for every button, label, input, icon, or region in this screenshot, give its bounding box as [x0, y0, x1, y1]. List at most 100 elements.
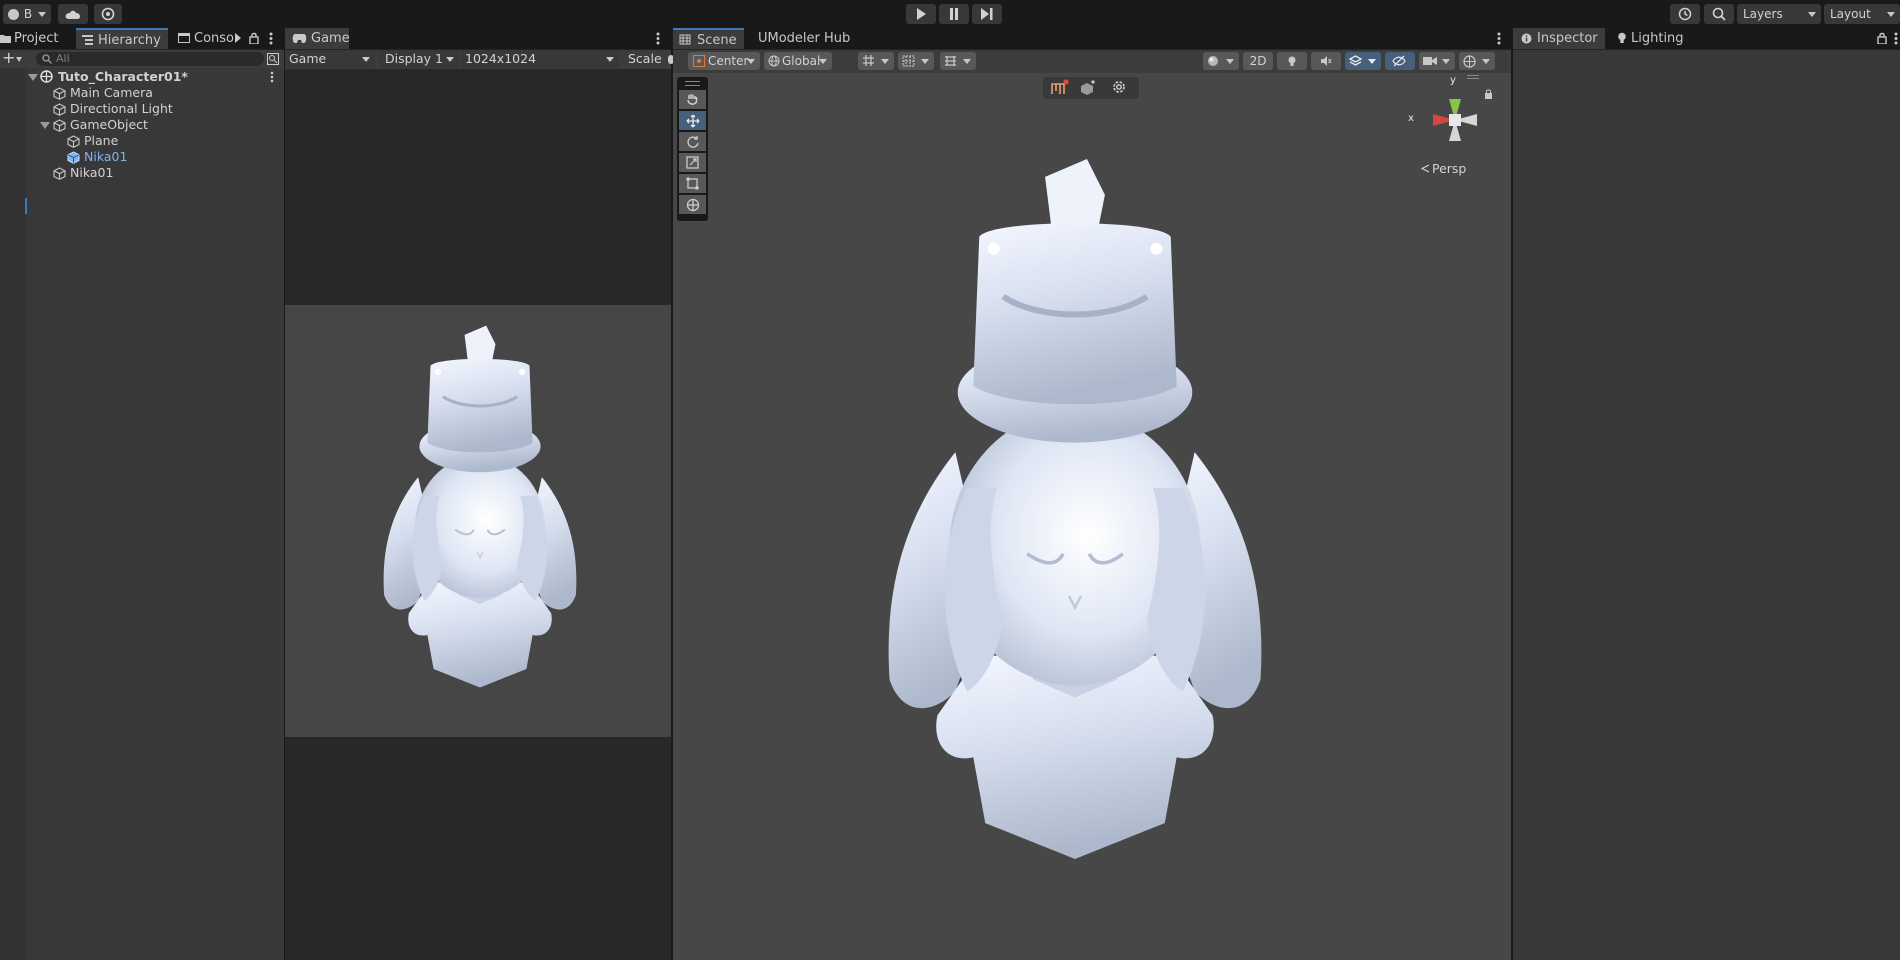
search-filter-icon[interactable]: [267, 53, 279, 65]
umodeler-overlay: [1043, 77, 1139, 99]
camera-settings-dropdown[interactable]: [1419, 52, 1455, 70]
main-toolbar: B Layers Layout: [0, 0, 1900, 28]
scene-name: Tuto_Character01*: [58, 69, 188, 84]
drag-handle-icon[interactable]: [685, 81, 700, 86]
layout-label: Layout: [1830, 7, 1871, 21]
chevron-down-icon[interactable]: [40, 122, 50, 129]
step-button[interactable]: [972, 4, 1002, 24]
chevron-down-icon: [1226, 59, 1234, 64]
rotate-tool[interactable]: [679, 132, 706, 151]
character-model[interactable]: [883, 153, 1267, 859]
lighting-toggle[interactable]: [1277, 52, 1307, 70]
rect-tool[interactable]: [679, 174, 706, 193]
unity-scene-icon: [40, 70, 53, 83]
grid-snap-dropdown[interactable]: [858, 52, 894, 70]
scale-icon: [686, 156, 699, 169]
play-button[interactable]: [906, 4, 936, 24]
shaded-sphere-icon: [1208, 56, 1218, 66]
axis-gizmo-icon: [1433, 99, 1477, 141]
hierarchy-item-label: Main Camera: [70, 85, 153, 100]
pause-button[interactable]: [939, 4, 969, 24]
global-space-dropdown[interactable]: Global: [764, 52, 832, 70]
projection-toggle[interactable]: Persp: [1420, 161, 1480, 177]
more-options-icon[interactable]: [270, 71, 274, 83]
hand-tool[interactable]: [679, 90, 706, 109]
effects-dropdown[interactable]: [1345, 52, 1381, 70]
more-options-icon[interactable]: [1894, 32, 1898, 45]
gizmo-y-label: y: [1450, 75, 1456, 86]
pivot-center-dropdown[interactable]: Center: [688, 52, 760, 70]
account-dropdown[interactable]: B: [3, 4, 51, 24]
hierarchy-item-main-camera[interactable]: Main Camera: [0, 85, 282, 101]
rotate-icon: [686, 135, 699, 148]
search-button[interactable]: [1704, 4, 1734, 24]
lock-icon[interactable]: [249, 32, 259, 44]
scene-row[interactable]: Tuto_Character01*: [0, 69, 282, 85]
drag-handle-icon[interactable]: [1467, 75, 1479, 79]
tab-project[interactable]: Project: [0, 28, 74, 49]
increment-snap-dropdown[interactable]: [898, 52, 934, 70]
lock-icon[interactable]: [1877, 32, 1887, 44]
umodeler-settings-button[interactable]: [1111, 79, 1133, 97]
hierarchy-item-nika01[interactable]: Nika01: [0, 165, 282, 181]
orientation-gizmo[interactable]: y x Persp: [1406, 75, 1502, 185]
left-tabbar: Project Hierarchy Conso: [0, 28, 284, 50]
projection-label: Persp: [1432, 161, 1467, 176]
hierarchy-item-gameobject[interactable]: GameObject: [0, 117, 282, 133]
hierarchy-item-nika01-child[interactable]: Nika01: [0, 149, 282, 165]
gameobject-cube-icon: [53, 87, 66, 100]
hierarchy-search-input[interactable]: All: [36, 52, 264, 66]
step-icon: [981, 8, 993, 20]
layers-dropdown[interactable]: Layers: [1737, 4, 1821, 24]
more-options-icon[interactable]: [656, 32, 660, 45]
tab-hierarchy[interactable]: Hierarchy: [76, 28, 168, 49]
chevron-down-icon: [28, 74, 38, 81]
display-dropdown[interactable]: Display 1: [379, 50, 459, 68]
tab-console[interactable]: Conso: [172, 28, 244, 49]
eye-slash-icon: [1392, 55, 1406, 67]
layers-label: Layers: [1743, 7, 1783, 21]
undo-history-button[interactable]: [1670, 4, 1700, 24]
create-button[interactable]: +: [2, 50, 26, 67]
hidden-objects-toggle[interactable]: [1385, 52, 1415, 70]
mute-speaker-icon: [1321, 56, 1332, 66]
chevron-down-icon: [606, 57, 614, 62]
game-mode-dropdown[interactable]: Game: [285, 50, 375, 68]
tab-scene[interactable]: Scene: [673, 28, 744, 49]
umodeler-mesh-button[interactable]: [1079, 79, 1101, 97]
cloud-button[interactable]: [58, 4, 88, 24]
resolution-dropdown[interactable]: 1024x1024: [461, 50, 619, 68]
tab-umodeler-hub[interactable]: UModeler Hub: [748, 28, 850, 49]
toggle-2d-button[interactable]: 2D: [1243, 52, 1273, 70]
more-options-icon[interactable]: [1497, 32, 1501, 45]
chevron-down-icon: [881, 59, 889, 64]
scene-grid-dropdown[interactable]: [940, 52, 976, 70]
move-tool[interactable]: [679, 111, 706, 130]
transform-tool[interactable]: [679, 195, 706, 214]
tab-game[interactable]: Game: [285, 28, 350, 49]
tab-lighting[interactable]: Lighting: [1609, 28, 1699, 49]
tab-overflow-arrow-icon[interactable]: [235, 33, 241, 43]
hierarchy-item-plane[interactable]: Plane: [0, 133, 282, 149]
hierarchy-item-directional-light[interactable]: Directional Light: [0, 101, 282, 117]
lock-icon[interactable]: [1484, 89, 1493, 99]
game-view-viewport[interactable]: [285, 305, 671, 737]
layout-dropdown[interactable]: Layout: [1824, 4, 1900, 24]
tab-hierarchy-label: Hierarchy: [98, 33, 161, 48]
scale-tool[interactable]: [679, 153, 706, 172]
umodeler-toggle[interactable]: [1048, 79, 1070, 97]
gameobject-cube-icon: [67, 135, 80, 148]
tab-inspector[interactable]: Inspector: [1513, 28, 1605, 49]
audio-toggle[interactable]: [1311, 52, 1341, 70]
account-icon: [7, 8, 19, 20]
gizmos-dropdown[interactable]: [1459, 52, 1495, 70]
collab-button[interactable]: [94, 4, 122, 24]
hierarchy-panel: + All Tuto_Character01* Main Camera Dire…: [0, 50, 284, 960]
draw-mode-dropdown[interactable]: [1203, 52, 1239, 70]
gear-icon: [1113, 81, 1125, 93]
more-options-icon[interactable]: [269, 32, 273, 45]
gizmo-globe-icon: [1463, 55, 1476, 68]
scene-toolbar: Center Global 2D: [673, 50, 1511, 73]
scene-viewport[interactable]: y x Persp: [673, 73, 1511, 960]
cloud-icon: [65, 10, 80, 19]
